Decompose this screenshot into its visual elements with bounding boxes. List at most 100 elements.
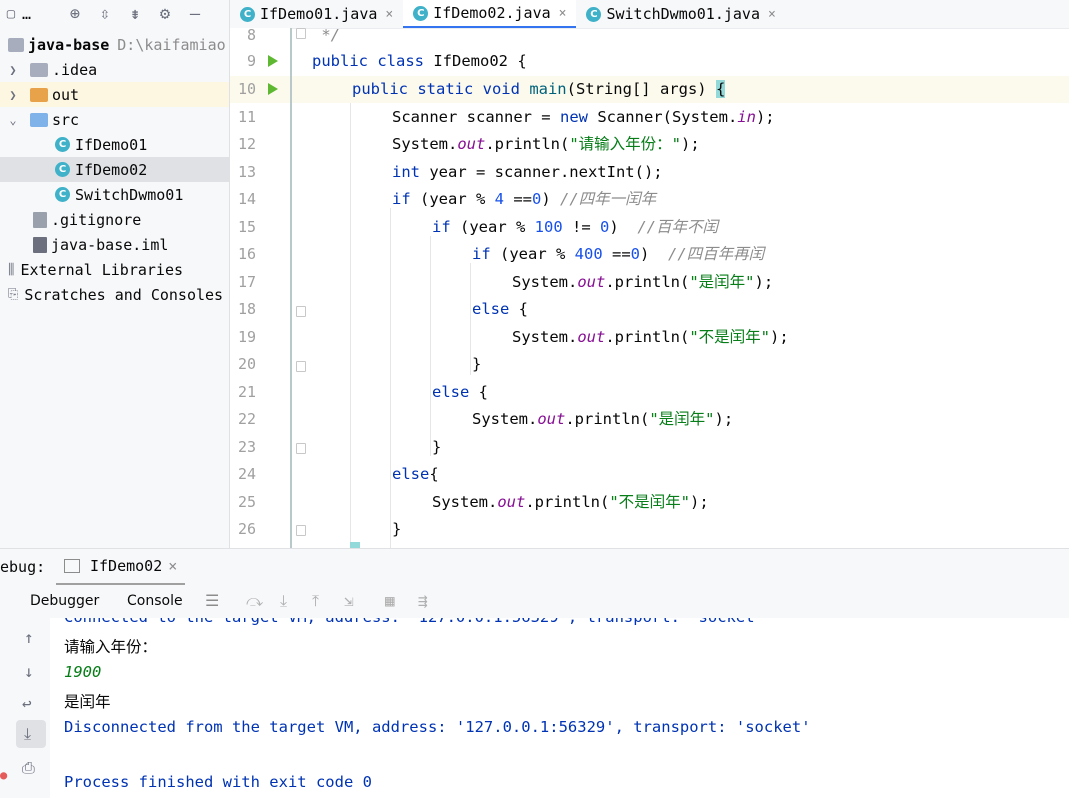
debug-session-label: IfDemo02	[90, 557, 163, 575]
code-text: .println(	[605, 273, 690, 291]
tab-ifdemo01[interactable]: C IfDemo01.java ×	[230, 0, 403, 28]
stop-icon[interactable]: ●	[0, 768, 7, 782]
console-output[interactable]: Connected to the target VM, address: '12…	[50, 618, 1069, 798]
code-comment: //百年不闰	[637, 218, 718, 236]
code-number: 4	[494, 190, 514, 208]
line-number: 15	[237, 218, 256, 236]
project-view-dropdown[interactable]: …	[22, 5, 48, 23]
code-keyword: else	[472, 300, 519, 318]
code-line-25: System.out.println("不是闰年");	[432, 489, 709, 516]
tree-item-gitignore[interactable]: .gitignore	[0, 207, 229, 232]
tree-item-switchdwmo01[interactable]: C SwitchDwmo01	[0, 182, 229, 207]
code-text: }	[432, 438, 442, 456]
code-text: )	[541, 190, 561, 208]
line-number: 19	[237, 328, 256, 346]
code-number: 0	[630, 245, 640, 263]
tab-label: IfDemo01.java	[260, 5, 378, 23]
code-keyword: public class	[312, 52, 434, 70]
code-field: out	[457, 135, 486, 153]
code-line-20: }	[472, 351, 481, 378]
java-class-icon: C	[55, 137, 70, 152]
trace-icon[interactable]: ⇶	[418, 591, 428, 610]
scratch-icon: ⎘	[8, 287, 19, 302]
code-line-11: Scanner scanner = new Scanner(System.in)…	[392, 104, 775, 131]
tree-item-iml[interactable]: java-base.iml	[0, 232, 229, 257]
indent-guide	[390, 208, 391, 548]
code-text: year = scanner.nextInt();	[429, 163, 663, 181]
code-keyword: new	[559, 108, 598, 126]
tree-item-external-libraries[interactable]: ⫼ External Libraries	[0, 257, 229, 282]
step-out-icon[interactable]: ⤒	[312, 591, 319, 611]
run-to-cursor-icon[interactable]: ⇲	[344, 591, 354, 610]
ignore-file-icon	[33, 211, 47, 228]
line-number: 22	[237, 410, 256, 428]
code-string: "不是闰年"	[609, 493, 690, 511]
tree-root[interactable]: java-base D:\kaifamiao	[0, 32, 229, 57]
evaluate-icon[interactable]: ▦	[385, 591, 395, 610]
code-text: {	[478, 383, 489, 401]
code-field: out	[577, 328, 606, 346]
hide-icon[interactable]: —	[180, 4, 210, 24]
code-number: 0	[532, 190, 542, 208]
close-icon[interactable]: ×	[385, 7, 393, 22]
code-line-10: public static void main(String[] args) {	[292, 76, 1069, 103]
chevron-right-icon[interactable]: ❯	[6, 63, 20, 77]
scroll-to-end-button[interactable]: ⤓	[16, 720, 46, 748]
code-string: "是闰年"	[649, 410, 715, 428]
code-text: IfDemo02 {	[433, 52, 527, 70]
tree-item-src[interactable]: ⌄ src	[0, 107, 229, 132]
line-number: 25	[237, 493, 256, 511]
arrow-up-icon[interactable]: ↑	[24, 628, 34, 647]
code-text: System.	[512, 328, 578, 346]
line-number: 8	[246, 26, 256, 44]
code-keyword: if	[392, 190, 420, 208]
debug-session-tab[interactable]: IfDemo02 ×	[56, 549, 186, 585]
chevron-down-icon[interactable]: ⌄	[6, 113, 20, 127]
line-number: 16	[237, 245, 256, 263]
run-main-icon[interactable]	[268, 83, 278, 95]
menu-icon[interactable]: ☰	[205, 591, 219, 610]
tab-ifdemo02[interactable]: C IfDemo02.java ×	[403, 0, 577, 28]
locate-icon[interactable]: ⊕	[60, 4, 90, 24]
close-icon[interactable]: ×	[768, 7, 776, 22]
console-line-disconnected: Disconnected from the target VM, address…	[64, 718, 811, 736]
run-class-icon[interactable]	[268, 55, 278, 67]
tree-item-label: SwitchDwmo01	[75, 185, 184, 204]
tab-debugger[interactable]: Debugger	[30, 593, 99, 609]
close-icon[interactable]: ×	[168, 557, 177, 575]
indent-guide	[350, 98, 351, 548]
code-text: System.	[512, 273, 578, 291]
source-folder-icon	[30, 112, 48, 127]
tree-item-idea[interactable]: ❯ .idea	[0, 57, 229, 82]
tree-item-scratches[interactable]: ⎘ Scratches and Consoles	[0, 282, 229, 307]
code-text: }	[472, 355, 482, 373]
project-icon[interactable]: ▢	[0, 6, 22, 22]
tree-item-ifdemo02[interactable]: C IfDemo02	[0, 157, 229, 182]
show-execution-point-icon[interactable]: ⤼	[246, 591, 263, 611]
gear-icon[interactable]: ⚙	[150, 4, 180, 24]
soft-wrap-icon[interactable]: ↩	[22, 694, 32, 713]
indent-guide	[430, 236, 431, 456]
tree-item-out[interactable]: ❯ out	[0, 82, 229, 107]
editor-gutter[interactable]: 8 9 10 11 12 13 14 15 16 17 18 19 20 21 …	[230, 26, 306, 548]
close-icon[interactable]: ×	[559, 6, 567, 21]
chevron-right-icon[interactable]: ❯	[6, 88, 20, 102]
code-field: out	[537, 410, 566, 428]
tree-item-ifdemo01[interactable]: C IfDemo01	[0, 132, 229, 157]
print-icon[interactable]: ⎙	[22, 758, 35, 778]
folder-icon	[30, 87, 48, 102]
expand-all-icon[interactable]: ⇳	[90, 4, 120, 24]
code-comment: //四百年再闰	[668, 245, 765, 263]
java-class-icon: C	[413, 5, 429, 21]
arrow-down-icon[interactable]: ↓	[24, 662, 34, 681]
code-editor[interactable]: */ public class IfDemo02 { public static…	[290, 28, 1069, 548]
scroll-to-end-icon: ⤓	[24, 724, 32, 743]
collapse-all-icon[interactable]: ⇟	[120, 4, 150, 24]
code-text: Scanner(System.	[597, 108, 738, 126]
code-string: "是闰年"	[689, 273, 755, 291]
tab-switchdwmo01[interactable]: C SwitchDwmo01.java ×	[576, 0, 785, 28]
tree-item-label: src	[52, 110, 80, 129]
tab-console[interactable]: Console	[127, 593, 183, 609]
java-class-icon: C	[240, 6, 255, 22]
step-into-icon[interactable]: ⤓	[280, 591, 287, 611]
